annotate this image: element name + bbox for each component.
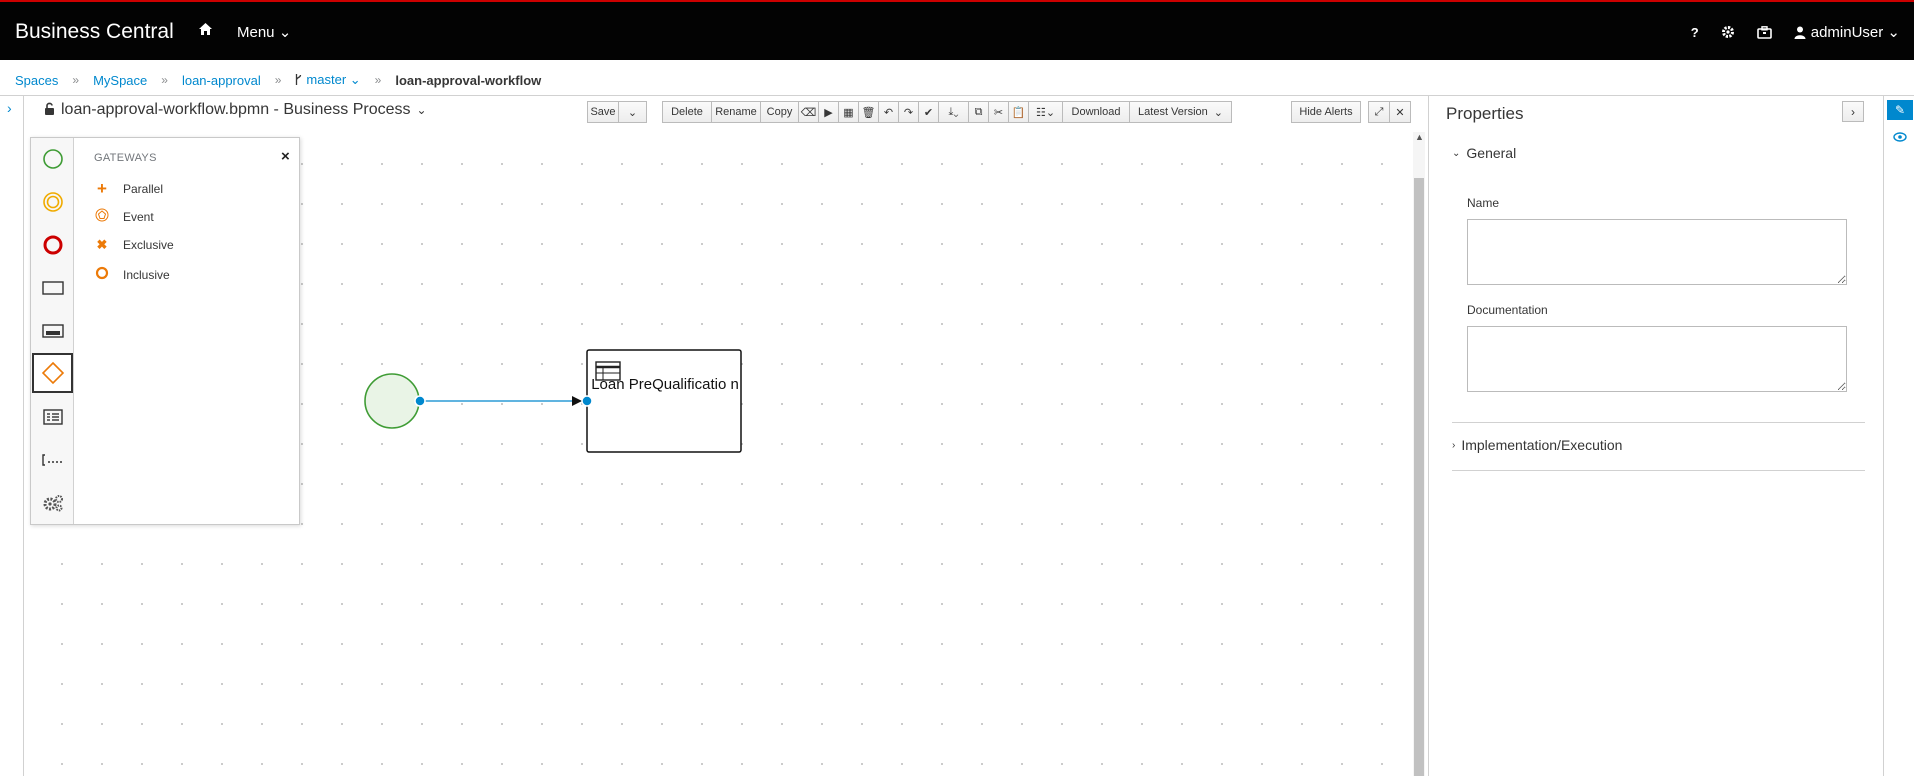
gateways-heading: GATEWAYS [94,152,157,164]
name-label: Name [1467,196,1500,210]
data-objects-icon[interactable] [32,397,73,437]
end-events-icon[interactable] [32,225,73,265]
gateway-event[interactable]: Event [95,208,154,225]
documentation-field[interactable] [1467,326,1847,392]
edit-properties-icon[interactable]: ✎ [1887,100,1913,120]
custom-tasks-gears-icon[interactable] [32,483,73,523]
gateway-label: Exclusive [123,238,174,252]
gateway-label: Parallel [123,182,164,196]
gateway-exclusive[interactable]: ✖ Exclusive [95,237,174,253]
section-divider [1452,470,1865,471]
eye-icon[interactable] [1893,130,1907,145]
collapse-properties-button[interactable]: › [1842,101,1864,122]
close-icon[interactable]: × [281,148,290,165]
shape-palette: GATEWAYS × + Parallel Event ✖ Exclusive … [30,137,300,525]
activities-icon[interactable] [32,268,73,308]
task-label: Loan PreQualificatio n [591,376,739,393]
gateways-icon[interactable] [32,353,73,393]
artifacts-icon[interactable] [32,440,73,480]
start-events-icon[interactable] [32,139,73,179]
section-divider [1452,422,1865,423]
chevron-right-icon: › [1452,439,1456,451]
plus-icon: + [97,179,107,198]
task-node[interactable] [586,349,742,453]
section-label: Implementation/Execution [1461,437,1623,453]
right-tool-strip: ✎ [1883,96,1914,776]
connector-handle[interactable] [581,395,593,407]
gateway-inclusive[interactable]: Inclusive [95,266,170,283]
chevron-down-icon: ⌄ [1452,147,1461,159]
subprocesses-icon[interactable] [32,311,73,351]
gateways-flyout: GATEWAYS × + Parallel Event ✖ Exclusive … [75,138,299,524]
sequence-flow-arrowhead [572,396,582,406]
event-gateway-icon [95,208,109,225]
circle-gateway-icon [95,266,109,283]
properties-panel: Properties › ⌄ General Name Documentatio… [1428,96,1883,776]
gateway-parallel[interactable]: + Parallel [95,179,163,199]
name-field[interactable] [1467,219,1847,285]
general-section-header[interactable]: ⌄ General [1452,145,1516,161]
gateway-label: Event [123,209,154,224]
start-event-node[interactable] [364,373,420,429]
documentation-label: Documentation [1467,303,1548,317]
gateway-label: Inclusive [123,267,170,282]
properties-title: Properties [1446,104,1524,123]
palette-categories [31,138,74,524]
connector-handle[interactable] [414,395,426,407]
section-label: General [1466,145,1517,161]
implementation-section-header[interactable]: › Implementation/Execution [1452,437,1622,453]
intermediate-events-icon[interactable] [32,182,73,222]
chevron-right-icon: › [1851,104,1855,119]
x-gateway-icon: ✖ [96,237,108,252]
